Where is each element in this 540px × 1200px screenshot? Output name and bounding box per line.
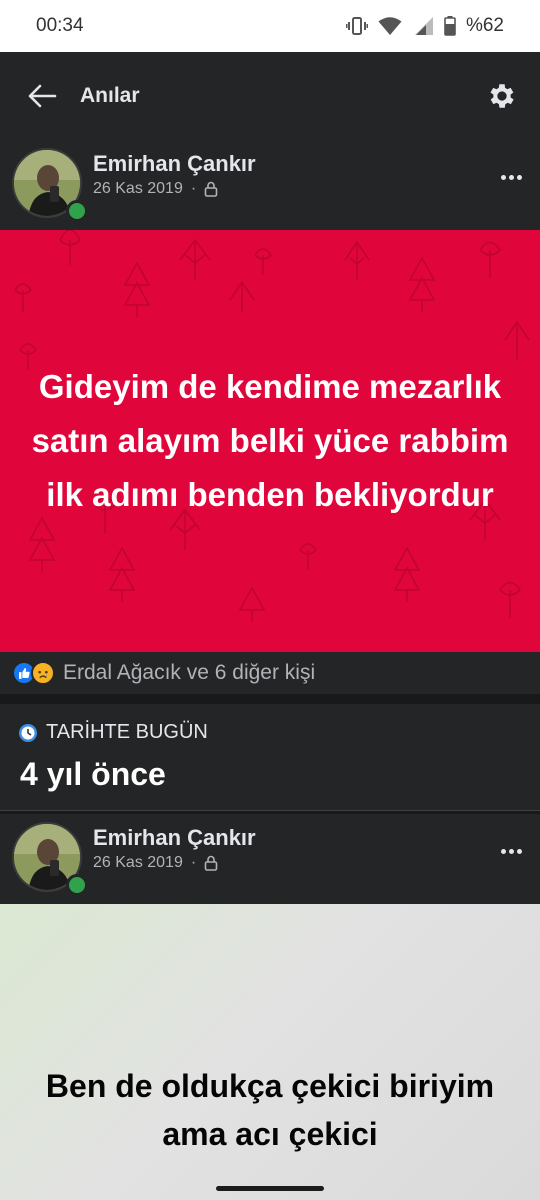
settings-button[interactable] bbox=[486, 80, 518, 112]
post-background-card[interactable]: Ben de oldukça çekici biriyim ama acı çe… bbox=[0, 904, 540, 1200]
more-dots-icon bbox=[500, 174, 506, 180]
clock-icon bbox=[19, 723, 37, 742]
post-background-card[interactable]: Gideyim de kendime mezarlık satın alayım… bbox=[0, 230, 540, 652]
online-indicator bbox=[66, 874, 88, 896]
post-date[interactable]: 26 Kas 2019 bbox=[93, 180, 183, 198]
signal-icon bbox=[414, 17, 433, 35]
lock-icon bbox=[204, 855, 218, 871]
post-text: Gideyim de kendime mezarlık satın alayım… bbox=[31, 368, 509, 513]
section-divider bbox=[0, 810, 540, 811]
years-ago: 4 yıl önce bbox=[20, 756, 166, 792]
page-title: Anılar bbox=[80, 84, 140, 107]
vibrate-icon bbox=[345, 17, 368, 35]
online-indicator bbox=[66, 200, 88, 222]
reactions-text[interactable]: Erdal Ağacık ve 6 diğer kişi bbox=[63, 661, 315, 685]
status-bar: 00:34 %62 bbox=[0, 0, 540, 52]
status-icons: %62 bbox=[345, 15, 504, 37]
post-header: Emirhan Çankır 26 Kas 2019 · bbox=[0, 814, 540, 904]
sad-icon bbox=[31, 661, 55, 685]
wifi-icon bbox=[378, 17, 402, 35]
post-meta: 26 Kas 2019 · bbox=[93, 180, 218, 198]
author-name[interactable]: Emirhan Çankır bbox=[93, 151, 256, 177]
more-options-button[interactable] bbox=[496, 162, 526, 192]
back-arrow-icon bbox=[28, 84, 57, 108]
lock-icon bbox=[204, 181, 218, 197]
back-button[interactable] bbox=[24, 78, 60, 114]
battery-level: %62 bbox=[465, 15, 504, 36]
battery-icon bbox=[444, 16, 456, 36]
status-time: 00:34 bbox=[36, 15, 84, 36]
app-bar: Anılar bbox=[0, 52, 540, 140]
on-this-day-section: TARİHTE BUGÜN 4 yıl önce bbox=[0, 704, 540, 810]
reactions-bar[interactable]: Erdal Ağacık ve 6 diğer kişi bbox=[0, 652, 540, 694]
meta-separator: · bbox=[190, 854, 197, 871]
post-text: Ben de oldukça çekici biriyim ama acı çe… bbox=[45, 1068, 495, 1152]
post-meta: 26 Kas 2019 · bbox=[93, 854, 218, 872]
on-this-day-label: TARİHTE BUGÜN bbox=[46, 721, 208, 743]
more-dots-icon bbox=[500, 848, 506, 854]
meta-separator: · bbox=[190, 180, 197, 197]
post-date[interactable]: 26 Kas 2019 bbox=[93, 854, 183, 872]
gear-icon bbox=[490, 84, 514, 108]
home-indicator[interactable] bbox=[216, 1186, 324, 1191]
on-this-day-label-row: TARİHTE BUGÜN bbox=[18, 721, 208, 744]
reaction-icons bbox=[12, 661, 55, 685]
author-name[interactable]: Emirhan Çankır bbox=[93, 825, 256, 851]
more-options-button[interactable] bbox=[496, 836, 526, 866]
post-header: Emirhan Çankır 26 Kas 2019 · bbox=[0, 140, 540, 230]
